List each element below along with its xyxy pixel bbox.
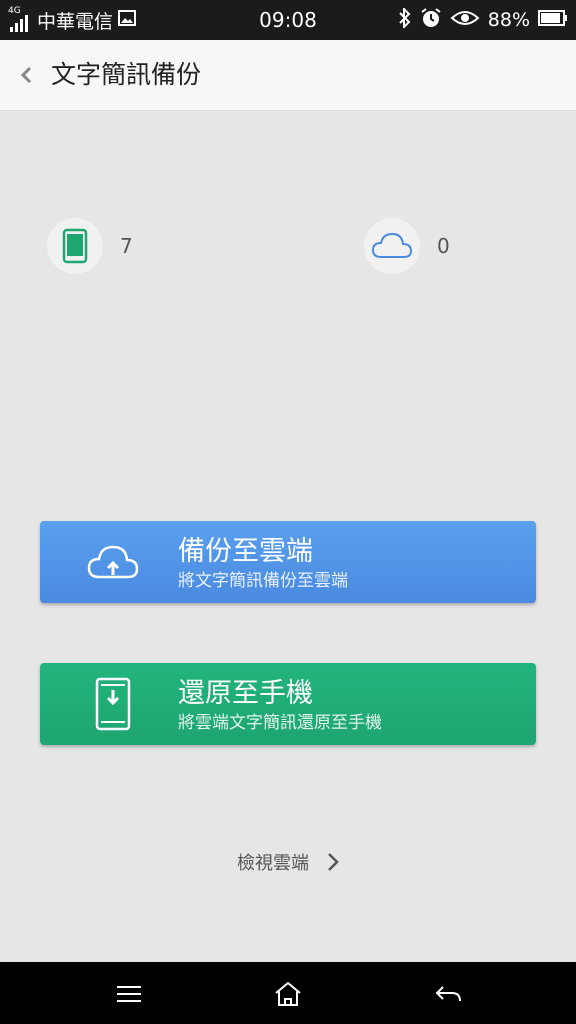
chevron-right-icon [328, 853, 339, 871]
phone-icon-circle [47, 218, 103, 274]
home-icon [275, 981, 301, 1006]
eye-icon [450, 9, 480, 32]
phone-icon [62, 228, 88, 264]
cloud-upload-icon [84, 533, 142, 591]
phone-download-icon [84, 675, 142, 733]
page-title: 文字簡訊備份 [51, 60, 202, 89]
phone-count-block: 7 [47, 218, 133, 274]
battery-percent: 88% [487, 9, 530, 31]
cloud-icon-circle [364, 218, 420, 274]
menu-icon [117, 986, 141, 1002]
bluetooth-icon [398, 6, 412, 33]
view-cloud-link[interactable]: 檢視雲端 [0, 846, 576, 878]
alarm-icon [420, 7, 442, 34]
backup-title: 備份至雲端 [178, 536, 313, 567]
status-right: 88% [398, 0, 568, 40]
app-header: 文字簡訊備份 [0, 40, 576, 111]
cloud-count: 0 [437, 234, 450, 258]
restore-title: 還原至手機 [178, 678, 313, 709]
back-arrow-icon [435, 986, 461, 1002]
status-bar: 4G 中華電信 09:08 88% [0, 0, 576, 40]
restore-subtitle: 將雲端文字簡訊還原至手機 [178, 713, 382, 733]
navigation-bar [0, 962, 576, 1024]
battery-icon [538, 9, 568, 32]
home-button[interactable] [268, 974, 308, 1014]
chevron-left-icon [20, 66, 32, 84]
restore-to-phone-button[interactable]: 還原至手機 將雲端文字簡訊還原至手機 [40, 663, 536, 745]
phone-count: 7 [120, 234, 133, 258]
cloud-icon [371, 232, 413, 258]
backup-to-cloud-button[interactable]: 備份至雲端 將文字簡訊備份至雲端 [40, 521, 536, 603]
menu-button[interactable] [109, 974, 149, 1014]
backup-subtitle: 將文字簡訊備份至雲端 [178, 571, 348, 591]
back-button[interactable] [10, 57, 42, 93]
view-cloud-label: 檢視雲端 [237, 853, 309, 874]
back-nav-button[interactable] [428, 974, 468, 1014]
cloud-count-block: 0 [364, 218, 450, 274]
